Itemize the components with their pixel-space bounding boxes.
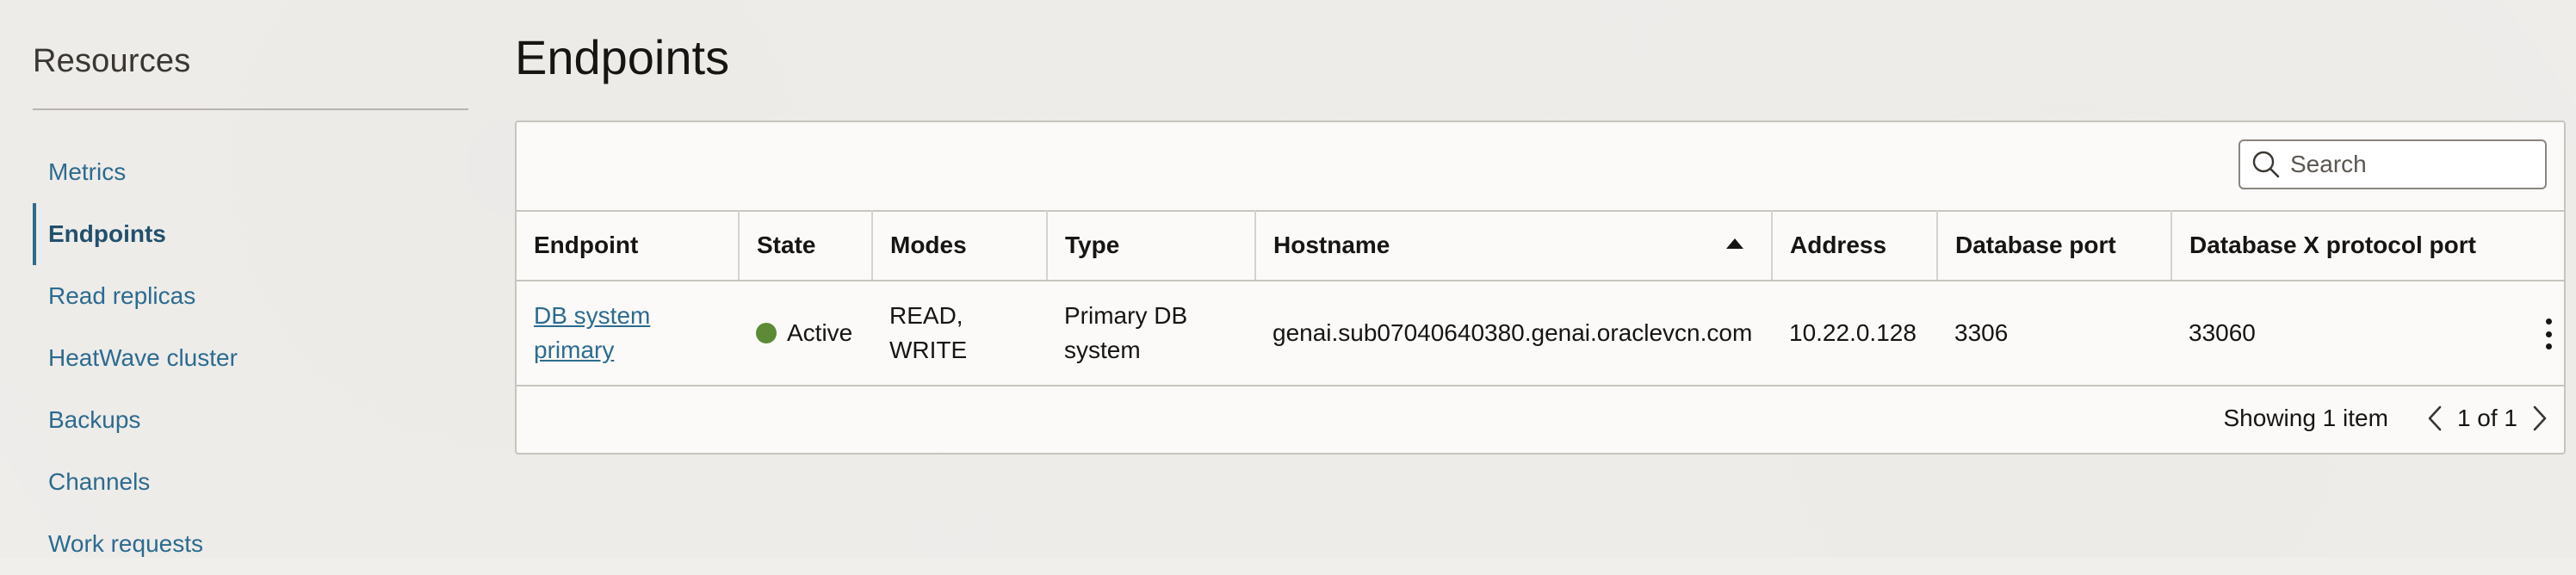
sort-ascending-icon[interactable]	[1726, 238, 1743, 249]
cell-endpoint: DB system primary	[517, 281, 739, 386]
sidebar-item-channels[interactable]: Channels	[33, 451, 468, 513]
search-box[interactable]	[2239, 139, 2547, 189]
page-indicator: 1 of 1	[2456, 405, 2517, 431]
endpoint-link[interactable]: DB system primary	[534, 302, 650, 363]
sidebar-item-work-requests[interactable]: Work requests	[33, 513, 468, 575]
cell-hostname: genai.sub07040640380.genai.oraclevcn.com	[1255, 281, 1772, 386]
endpoints-table: Endpoint State Modes Type Hostname Addre…	[517, 210, 2564, 386]
column-header-state[interactable]: State	[739, 210, 873, 281]
sidebar-item-read-replicas[interactable]: Read replicas	[33, 265, 468, 327]
search-input[interactable]	[2288, 150, 2533, 179]
row-actions-menu-icon[interactable]	[2538, 315, 2559, 353]
table-toolbar	[517, 122, 2564, 212]
x-protocol-port-value: 33060	[2189, 319, 2256, 346]
page-title: Endpoints	[515, 30, 730, 84]
column-header-hostname-label: Hostname	[1273, 231, 1390, 258]
sidebar-divider	[33, 108, 468, 110]
previous-page-icon[interactable]	[2423, 401, 2447, 436]
table-row: DB system primary Active READ, WRITE Pri…	[517, 281, 2564, 386]
table-header-row: Endpoint State Modes Type Hostname Addre…	[517, 210, 2564, 281]
resources-sidebar: Resources Metrics Endpoints Read replica…	[33, 0, 468, 558]
column-header-type[interactable]: Type	[1047, 210, 1256, 281]
column-header-x-protocol-port[interactable]: Database X protocol port	[2171, 210, 2564, 281]
sidebar-item-heatwave-cluster[interactable]: HeatWave cluster	[33, 327, 468, 389]
cell-address: 10.22.0.128	[1772, 281, 1937, 386]
cell-x-protocol-port: 33060	[2171, 281, 2564, 386]
search-icon	[2249, 147, 2283, 182]
sidebar-item-endpoints[interactable]: Endpoints	[33, 203, 468, 265]
column-header-address[interactable]: Address	[1772, 210, 1938, 281]
sidebar-nav: Metrics Endpoints Read replicas HeatWave…	[33, 141, 468, 575]
item-count-text: Showing 1 item	[2223, 405, 2388, 431]
cell-modes: READ, WRITE	[872, 281, 1047, 386]
column-header-hostname[interactable]: Hostname	[1255, 210, 1773, 281]
sidebar-title: Resources	[33, 43, 191, 79]
column-header-database-port[interactable]: Database port	[1937, 210, 2172, 281]
sidebar-item-backups[interactable]: Backups	[33, 389, 468, 451]
sidebar-item-metrics[interactable]: Metrics	[33, 141, 468, 203]
endpoints-table-card: Endpoint State Modes Type Hostname Addre…	[515, 121, 2566, 454]
table-pagination: Showing 1 item 1 of 1	[2047, 384, 2564, 453]
state-label: Active	[787, 319, 853, 346]
column-header-endpoint[interactable]: Endpoint	[517, 210, 740, 281]
status-active-icon	[756, 322, 777, 343]
cell-state: Active	[739, 281, 872, 386]
cell-type: Primary DB system	[1047, 281, 1255, 386]
column-header-modes[interactable]: Modes	[872, 210, 1048, 281]
next-page-icon[interactable]	[2528, 401, 2552, 436]
cell-database-port: 3306	[1937, 281, 2171, 386]
